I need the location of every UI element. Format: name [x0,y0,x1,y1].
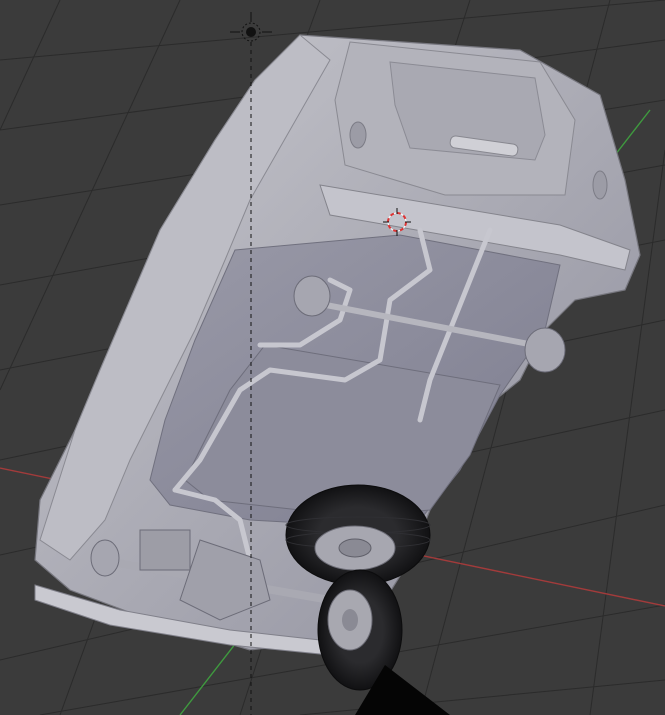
tail-light-right [592,170,608,200]
tail-light-left [349,121,367,149]
3d-viewport[interactable] [0,0,665,715]
viewport-scene[interactable] [0,0,665,715]
